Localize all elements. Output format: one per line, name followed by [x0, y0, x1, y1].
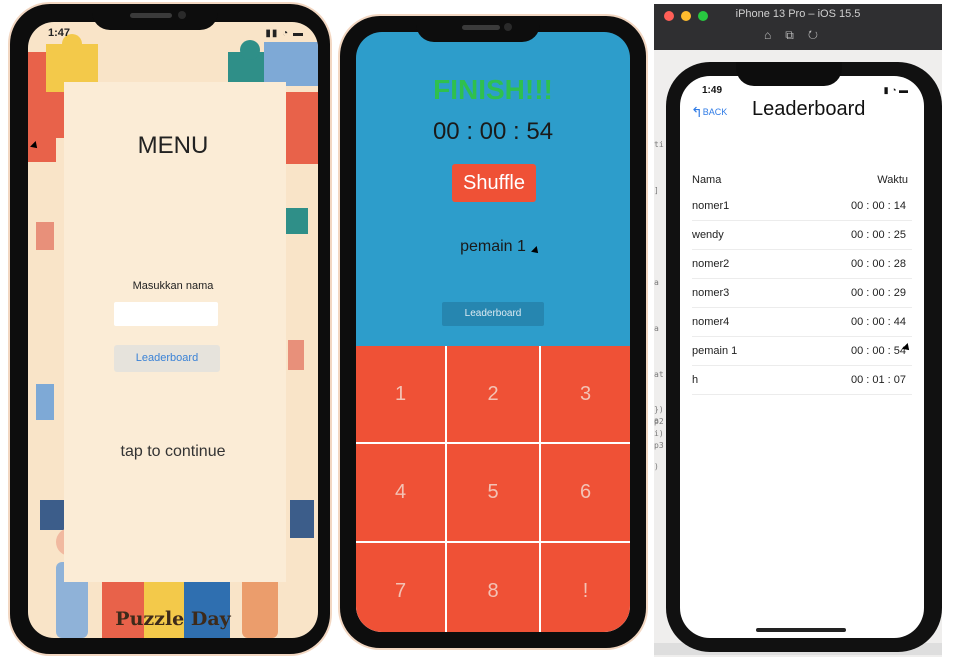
puzzle-tile[interactable]: 4	[356, 444, 445, 541]
row-name: nomer1	[692, 200, 730, 212]
row-time: 00 : 00 : 44	[850, 316, 906, 328]
row-time: 00 : 00 : 29	[850, 287, 906, 299]
column-name-header: Nama	[692, 174, 722, 186]
status-icons: ▮▮ ◔ ▬	[265, 28, 304, 39]
back-label: BACK	[702, 106, 728, 117]
row-name: pemain 1	[692, 345, 738, 357]
shuffle-button[interactable]: Shuffle	[452, 164, 536, 202]
leaderboard-button[interactable]: Leaderboard	[114, 345, 220, 372]
finish-banner: FINISH!!!	[433, 74, 553, 105]
row-name: wendy	[692, 229, 724, 241]
puzzle-grid: 1 2 3 4 5 6 7 8 !	[356, 346, 630, 632]
back-button[interactable]: ↰BACK	[691, 104, 727, 121]
puzzle-tile[interactable]: 3	[541, 346, 630, 442]
page-title: Leaderboard	[752, 98, 866, 120]
player-name: pemain 1	[460, 238, 526, 255]
simulator-titlebar: iPhone 13 Pro – iOS 15.5 ⌂⧉↻	[654, 4, 942, 50]
table-row[interactable]: pemain 1 00 : 00 : 54	[692, 337, 912, 366]
rotate-icon[interactable]: ↻	[808, 28, 832, 42]
row-time: 00 : 00 : 25	[850, 229, 906, 241]
puzzle-tile[interactable]: 5	[447, 444, 539, 541]
leaderboard-list: nomer1 00 : 00 : 14 wendy 00 : 00 : 25 nom…	[692, 192, 912, 395]
screenshot-icon[interactable]: ⧉	[785, 28, 808, 42]
notch	[736, 62, 842, 86]
notch	[416, 16, 540, 42]
table-header: Nama Waktu	[692, 174, 912, 186]
puzzle-tile[interactable]: !	[541, 543, 630, 632]
table-row[interactable]: nomer1 00 : 00 : 14	[692, 192, 912, 221]
menu-screen: 1:47 ▮▮ ◔ ▬ MENU Masukkan nama Leaderboa…	[28, 22, 318, 638]
name-label: Masukkan nama	[132, 280, 214, 292]
row-name: nomer3	[692, 287, 730, 299]
puzzle-tile[interactable]: 6	[541, 444, 630, 541]
leaderboard-screen: 1:49 ▮ ◔ ▬ ↰BACK Leaderboard Nama Waktu …	[680, 76, 924, 638]
row-time: 00 : 00 : 14	[850, 200, 906, 212]
row-time: 00 : 01 : 07	[850, 374, 906, 386]
simulator-toolbar: ⌂⧉↻	[654, 28, 942, 43]
game-screen: FINISH!!! 00 : 00 : 54 Shuffle pemain 1 …	[356, 32, 630, 632]
table-row[interactable]: nomer3 00 : 00 : 29	[692, 279, 912, 308]
puzzle-tile[interactable]: 2	[447, 346, 539, 442]
menu-phone: 1:47 ▮▮ ◔ ▬ MENU Masukkan nama Leaderboa…	[10, 4, 330, 654]
row-time: 00 : 00 : 28	[850, 258, 906, 270]
back-arrow-icon: ↰	[691, 104, 703, 120]
tap-to-continue[interactable]: tap to continue	[28, 443, 318, 461]
row-name: nomer2	[692, 258, 730, 270]
menu-title: MENU	[137, 132, 209, 159]
status-icons: ▮ ◔ ▬	[883, 85, 908, 95]
home-indicator	[756, 628, 846, 632]
row-name: nomer4	[692, 316, 730, 328]
status-time: 1:47	[48, 27, 71, 39]
table-row[interactable]: nomer2 00 : 00 : 28	[692, 250, 912, 279]
home-icon[interactable]: ⌂	[764, 28, 785, 42]
stage: 1:47 ▮▮ ◔ ▬ MENU Masukkan nama Leaderboa…	[0, 0, 960, 657]
table-row[interactable]: h 00 : 01 : 07	[692, 366, 912, 395]
table-row[interactable]: nomer4 00 : 00 : 44	[692, 308, 912, 337]
puzzle-day-logo: Puzzle Day	[115, 608, 231, 630]
leaderboard-phone: 1:49 ▮ ◔ ▬ ↰BACK Leaderboard Nama Waktu …	[666, 62, 942, 652]
name-input[interactable]	[114, 302, 218, 326]
table-row[interactable]: wendy 00 : 00 : 25	[692, 221, 912, 250]
puzzle-tile[interactable]: 8	[447, 543, 539, 632]
notch	[92, 4, 218, 30]
simulator-title: iPhone 13 Pro – iOS 15.5	[735, 8, 861, 20]
game-timer: 00 : 00 : 54	[432, 118, 554, 145]
puzzle-tile[interactable]: 1	[356, 346, 445, 442]
code-fragment: }) p2 i) p3	[654, 405, 664, 450]
row-time: 00 : 00 : 54	[850, 345, 906, 357]
column-time-header: Waktu	[877, 174, 908, 186]
row-name: h	[692, 374, 699, 386]
game-phone: FINISH!!! 00 : 00 : 54 Shuffle pemain 1 …	[340, 16, 646, 648]
status-time: 1:49	[702, 85, 723, 96]
leaderboard-button[interactable]: Leaderboard	[442, 302, 544, 326]
puzzle-tile[interactable]: 7	[356, 543, 445, 632]
